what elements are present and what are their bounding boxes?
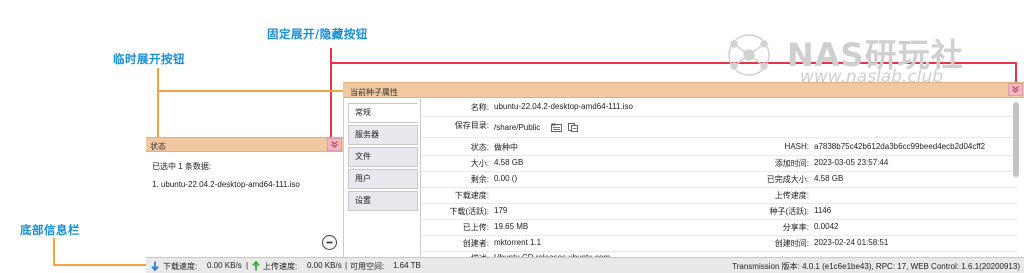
bottom-connector-vertical xyxy=(53,238,55,265)
upload-speed-value: 0.00 KB/s xyxy=(307,261,342,270)
upload-speed-label: 上传速度: xyxy=(774,191,809,200)
tab-peers[interactable]: 用户 xyxy=(348,169,418,189)
chevrons-down-icon xyxy=(331,141,338,148)
size-value: 4.58 GB xyxy=(494,158,524,167)
seeds-label: 种子(活跃): xyxy=(769,207,809,216)
watermark-logo-icon xyxy=(728,34,770,76)
creator-label: 创建者: xyxy=(462,239,489,248)
annotation-bottom-bar: 底部信息栏 xyxy=(20,223,80,237)
temp-expand-button[interactable] xyxy=(327,138,342,151)
remaining-value: 0.00 () xyxy=(494,174,518,183)
tab-files[interactable]: 文件 xyxy=(348,147,418,167)
upload-speed-label: 上传速度: xyxy=(263,262,298,271)
size-label: 大小: xyxy=(470,159,489,168)
tab-trackers[interactable]: 服务器 xyxy=(348,125,418,145)
copy-path-icon[interactable] xyxy=(568,122,579,133)
torrent-properties-title: 当前种子属性 xyxy=(350,88,398,97)
download-speed-label: 下载速度: xyxy=(163,262,198,271)
selected-item: 1. ubuntu-22.04.2-desktop-amd64-111.iso xyxy=(152,180,300,189)
remaining-label: 剩余: xyxy=(470,175,489,184)
annotation-temp-expand: 临时展开按钮 xyxy=(113,52,185,66)
collapse-circle-icon xyxy=(326,241,333,243)
ratio-value: 0.0042 xyxy=(814,222,839,231)
separator: | xyxy=(345,261,348,270)
red-connector-vertical-right xyxy=(1015,62,1017,82)
hash-value: a7838b75c42b612da3b6cc99beed4ecb2d04cff2 xyxy=(814,142,986,151)
save-dir-label: 保存目录: xyxy=(454,121,489,130)
upload-arrow-icon xyxy=(252,261,260,271)
download-speed-value: 0.00 KB/s xyxy=(207,261,242,270)
chevrons-down-icon xyxy=(1012,86,1019,93)
status-title: 状态 xyxy=(150,142,166,151)
properties-scrollbar[interactable] xyxy=(1012,100,1020,255)
status-panel: 状态 已选中 1 条数据: 1. ubuntu-22.04.2-desktop-… xyxy=(146,137,343,257)
created-value: 2023-02-24 01:58:51 xyxy=(814,238,889,247)
free-space-label: 可用空间: xyxy=(350,262,385,271)
added-value: 2023-03-05 23:57:44 xyxy=(814,158,889,167)
download-speed-label: 下载速度: xyxy=(454,191,489,200)
completed-label: 已完成大小: xyxy=(766,175,809,184)
tab-settings[interactable]: 设置 xyxy=(348,191,418,211)
orange-connector-vertical xyxy=(157,68,159,138)
ratio-label: 分享率: xyxy=(782,223,809,232)
status-value: 做种中 xyxy=(494,143,518,152)
downloaded-label: 下载(活跃): xyxy=(449,207,489,216)
general-content: 名称: ubuntu-22.04.2-desktop-amd64-111.iso… xyxy=(420,99,1017,263)
name-value: ubuntu-22.04.2-desktop-amd64-111.iso xyxy=(494,102,633,111)
tab-general[interactable]: 常规 xyxy=(348,103,418,123)
uploaded-label: 已上传: xyxy=(462,223,489,232)
torrent-properties-panel: 当前种子属性 常规 服务器 文件 用户 设置 名称: ubuntu-22.04.… xyxy=(343,82,1024,263)
creator-value: mktorrent 1.1 xyxy=(494,238,542,247)
scrollbar-thumb[interactable] xyxy=(1013,102,1019,177)
selected-count: 已选中 1 条数据: xyxy=(152,162,212,171)
torrent-properties-header: 当前种子属性 xyxy=(344,82,1024,98)
torrent-tabs: 常规 服务器 文件 用户 设置 xyxy=(348,103,418,213)
download-arrow-icon xyxy=(151,261,159,271)
created-label: 创建时间: xyxy=(774,239,809,248)
free-space-value: 1.64 TB xyxy=(393,261,421,270)
pin-toggle-button[interactable] xyxy=(1008,83,1023,96)
separator: | xyxy=(246,261,249,270)
save-dir-value: /share/Public xyxy=(494,123,541,132)
version-info: Transmission 版本: 4.0.1 (e1c6e1be43), RPC… xyxy=(732,262,1020,271)
seeds-value: 1146 xyxy=(814,206,832,215)
status-header: 状态 xyxy=(146,137,343,152)
uploaded-value: 19.65 MB xyxy=(494,222,529,231)
bottom-info-bar: 下载速度: 0.00 KB/s | 上传速度: 0.00 KB/s | 可用空间… xyxy=(146,257,1024,273)
collapse-circle-button[interactable] xyxy=(322,235,337,250)
downloaded-value: 179 xyxy=(494,206,508,215)
bottom-connector-horizontal xyxy=(53,264,147,266)
name-label: 名称: xyxy=(470,103,489,112)
hash-label: HASH: xyxy=(784,142,809,151)
added-label: 添加时间: xyxy=(774,159,809,168)
completed-value: 4.58 GB xyxy=(814,174,844,183)
open-folder-icon[interactable] xyxy=(551,123,562,132)
orange-connector-horizontal xyxy=(157,90,343,92)
annotation-pin-toggle: 固定展开/隐藏按钮 xyxy=(267,27,368,41)
status-label: 状态: xyxy=(470,143,489,152)
